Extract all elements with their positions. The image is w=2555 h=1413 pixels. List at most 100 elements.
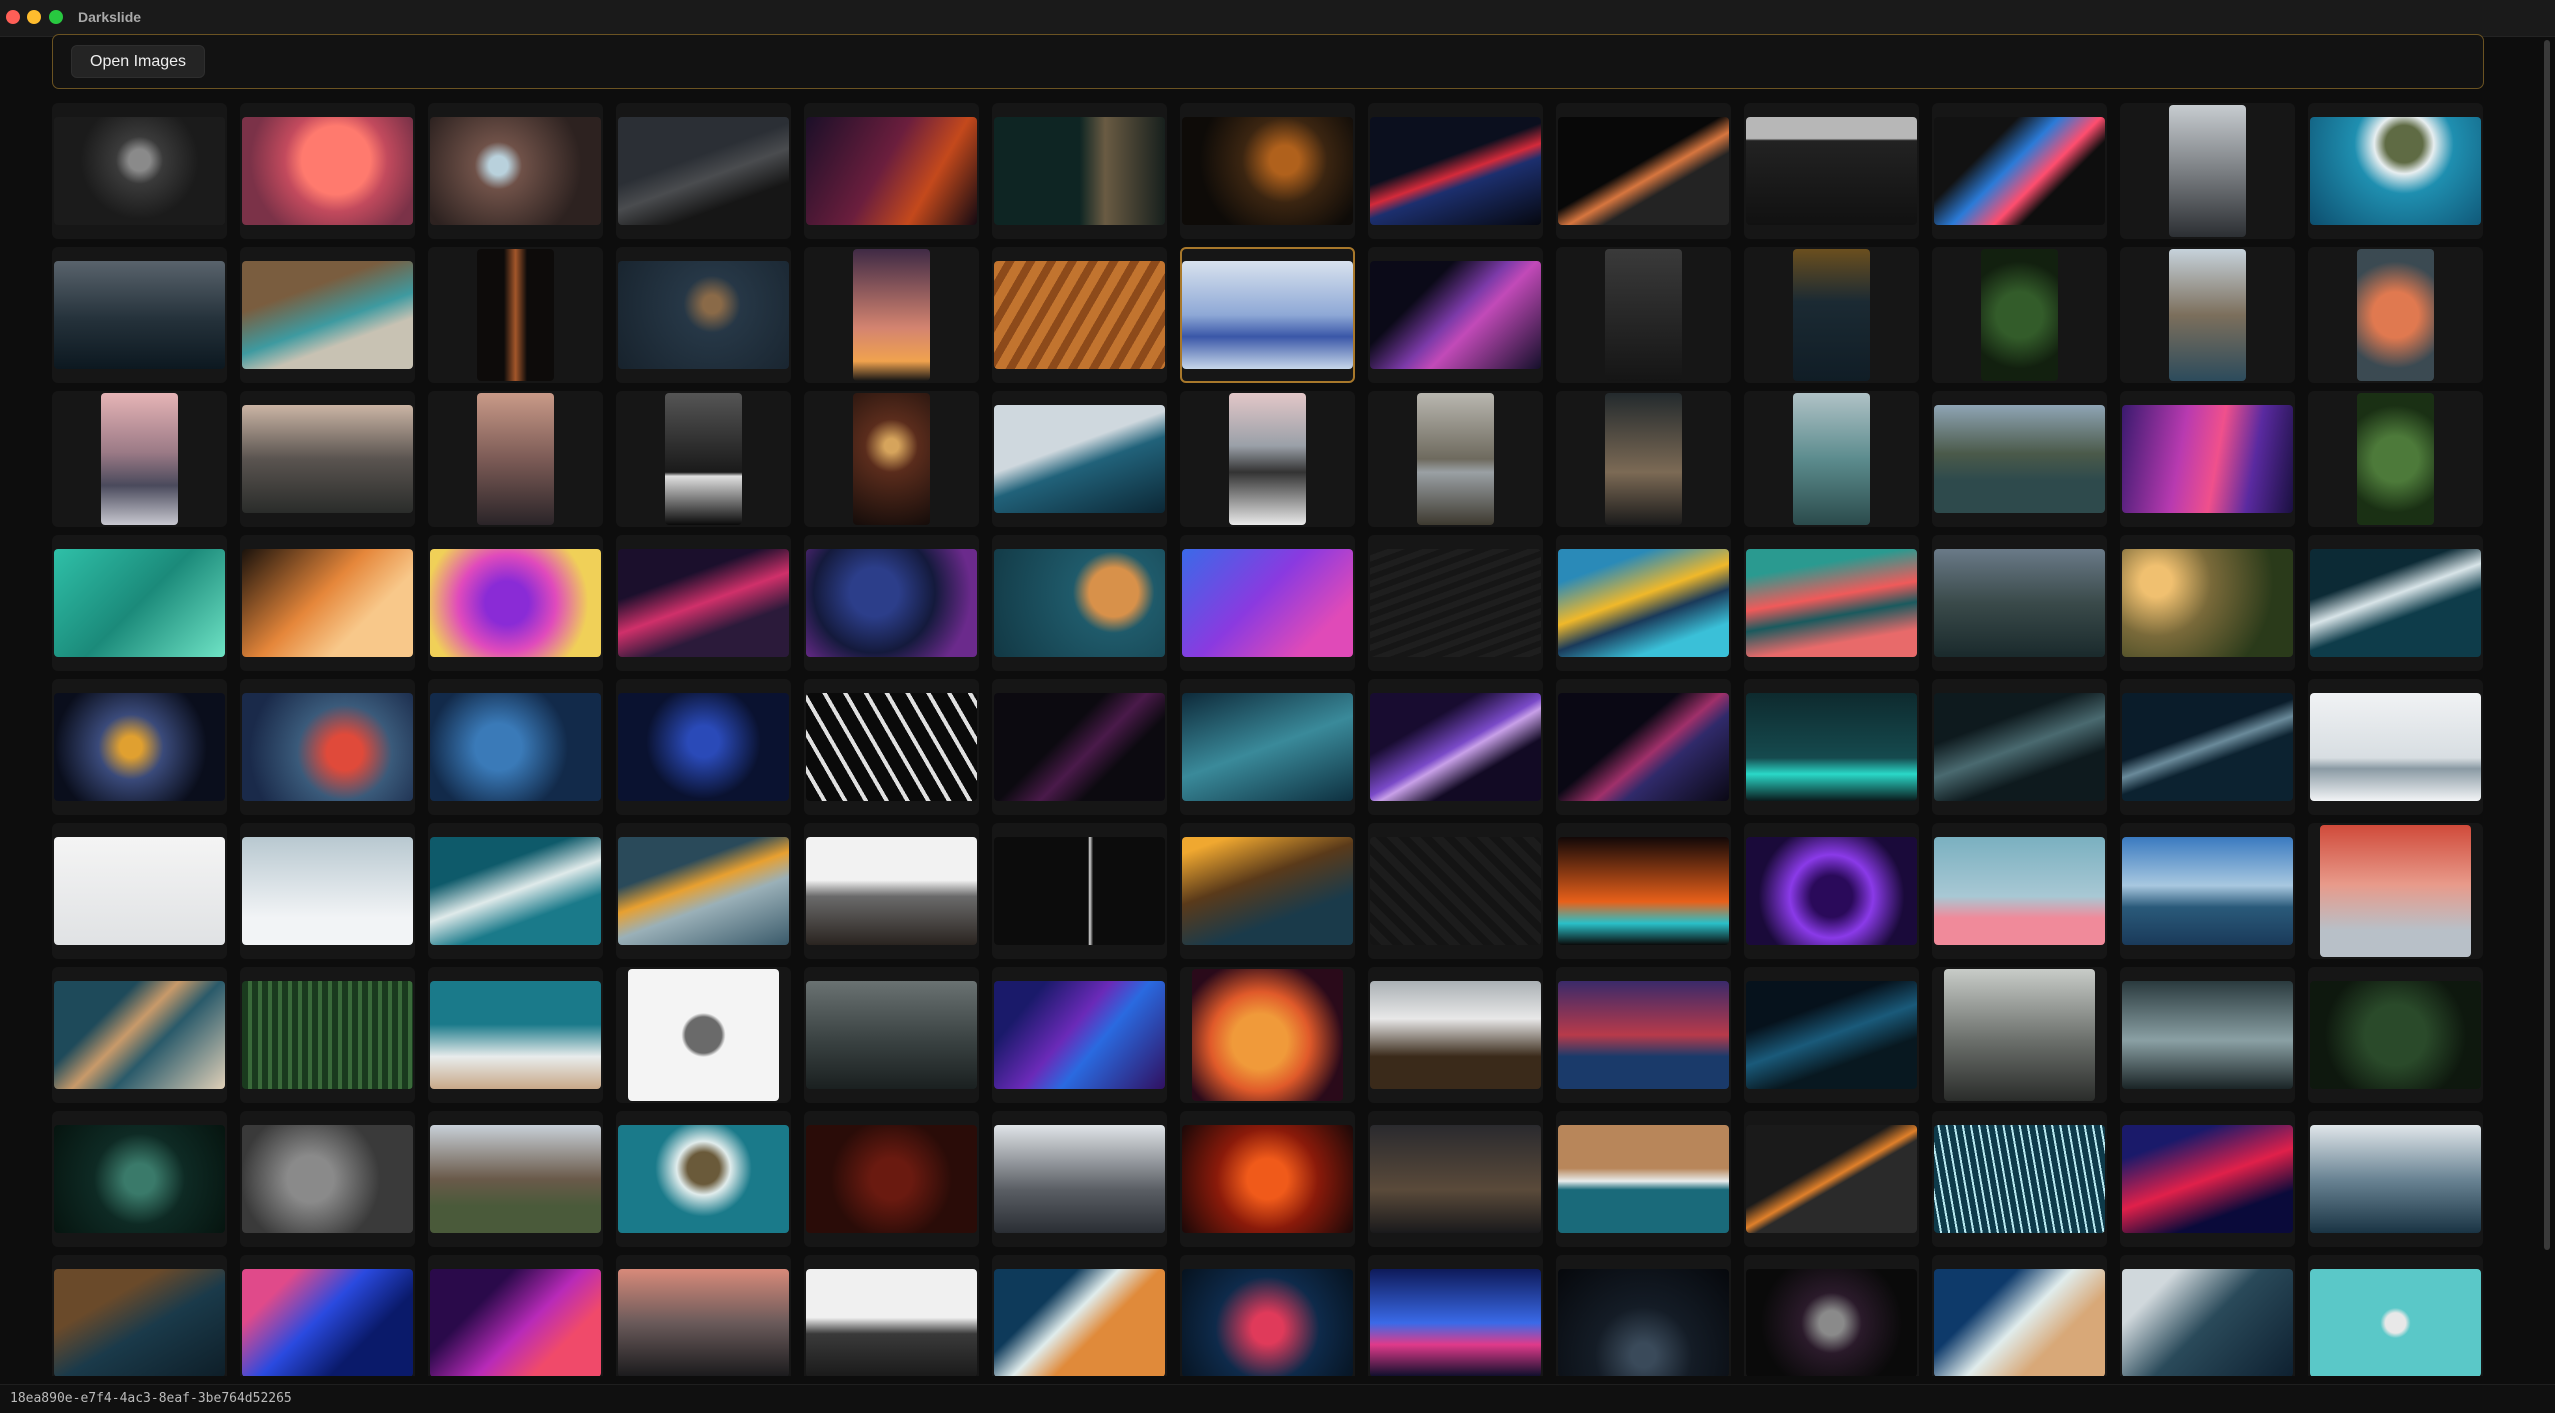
gallery-cell-white-snow-wave[interactable] [2308, 679, 2483, 815]
gallery-cell-snowy-mountain-forest[interactable] [1368, 967, 1543, 1103]
gallery-cell-dark-corridor[interactable] [428, 247, 603, 383]
gallery-cell-glowing-laptop[interactable] [1556, 103, 1731, 239]
gallery-cell-soft-cloud-sky[interactable] [240, 823, 415, 959]
gallery-cell-blue-purple-shapes[interactable] [1180, 535, 1355, 671]
gallery-cell-stars-silhouette[interactable] [1556, 1255, 1731, 1376]
gallery-cell-skyscraper-fog[interactable] [992, 1111, 1167, 1247]
gallery-cell-blue-ice-crystals[interactable] [428, 679, 603, 815]
gallery-cell-golden-gate-night[interactable] [1556, 967, 1731, 1103]
gallery-cell-jagged-peaks-dark[interactable] [1556, 391, 1731, 527]
gallery-cell-pink-smoke-water[interactable] [1180, 1255, 1355, 1376]
gallery-cell-purple-silk-lines[interactable] [1368, 679, 1543, 815]
gallery-cell-cyberpunk-street[interactable] [1368, 1255, 1543, 1376]
gallery-cell-teal-orange-circles[interactable] [992, 535, 1167, 671]
gallery-cell-colorful-laptop[interactable] [1932, 103, 2107, 239]
gallery-cell-dark-magenta-curves[interactable] [1556, 679, 1731, 815]
gallery-cell-teal-flowing-gradient[interactable] [52, 535, 227, 671]
gallery-cell-birds-white-sky[interactable] [52, 823, 227, 959]
gallery-cell-red-swoosh-lines[interactable] [1368, 103, 1543, 239]
gallery-cell-bokeh-lights-street[interactable] [804, 391, 979, 527]
close-window-button[interactable] [6, 10, 20, 24]
gallery-cell-brown-rock-water[interactable] [52, 1255, 227, 1376]
gallery-cell-green-forest-trunks[interactable] [240, 967, 415, 1103]
gallery-cell-golden-beach-wave[interactable] [616, 823, 791, 959]
gallery-cell-dark-purple-ribbon[interactable] [992, 679, 1167, 815]
gallery-cell-purple-neon-triangle[interactable] [1744, 823, 1919, 959]
gallery-cell-beach-waves-aerial[interactable] [1932, 1255, 2107, 1376]
gallery-cell-orion-nebula[interactable] [52, 679, 227, 815]
gallery-cell-pink-cloud-sky[interactable] [1932, 823, 2107, 959]
gallery-cell-canoe-mountain-lake[interactable] [1932, 391, 2107, 527]
gallery-cell-coastal-rocks-portrait[interactable] [2120, 247, 2295, 383]
gallery-cell-foggy-island-portrait[interactable] [1180, 391, 1355, 527]
gallery-cell-red-marble-swirl[interactable] [804, 1111, 979, 1247]
gallery-cell-stormy-blue-sky[interactable] [2308, 1111, 2483, 1247]
gallery-cell-yellow-teal-3d-waves[interactable] [1556, 535, 1731, 671]
gallery-cell-valley-waterfall[interactable] [2120, 967, 2295, 1103]
gallery-cell-dark-blade-rock[interactable] [1744, 1111, 1919, 1247]
gallery-cell-sunny-forest[interactable] [2120, 535, 2295, 671]
gallery-cell-coastal-cliffs-aerial[interactable] [52, 967, 227, 1103]
gallery-cell-golden-sky-clouds[interactable] [1180, 823, 1355, 959]
gallery-cell-misty-black-hill[interactable] [804, 823, 979, 959]
gallery-cell-neon-sports-car[interactable] [616, 535, 791, 671]
gallery-cell-island-ocean-aerial[interactable] [616, 1111, 791, 1247]
gallery-cell-coffee-cups-pattern[interactable] [2308, 1255, 2483, 1376]
open-images-button[interactable]: Open Images [71, 45, 206, 78]
gallery-cell-aerial-waves-shore[interactable] [992, 391, 1167, 527]
gallery-cell-green-leaves-portrait[interactable] [2308, 391, 2483, 527]
gallery-cell-blue-flower-night[interactable] [616, 679, 791, 815]
gallery-cell-eclipse-figure[interactable] [52, 103, 227, 239]
gallery-cell-sand-ocean-aerial[interactable] [1556, 1111, 1731, 1247]
gallery-cell-teal-water-ripple[interactable] [1180, 679, 1355, 815]
gallery-cell-foggy-black-hill[interactable] [804, 1255, 979, 1376]
gallery-cell-black-white-stripes[interactable] [804, 679, 979, 815]
gallery-cell-night-city-skyline[interactable] [1368, 1111, 1543, 1247]
gallery-cell-blue-eyes-face[interactable] [428, 103, 603, 239]
gallery-cell-dark-ocean-portrait[interactable] [1556, 247, 1731, 383]
gallery-cell-misty-hills[interactable] [1932, 967, 2107, 1103]
gallery-cell-orange-swirl-gradient[interactable] [240, 535, 415, 671]
gallery-cell-blue-coastal-town[interactable] [2120, 823, 2295, 959]
gallery-cell-dark-green-leaves[interactable] [1932, 247, 2107, 383]
gallery-cell-red-orange-paint[interactable] [1180, 1111, 1355, 1247]
gallery-cell-stone-white-background[interactable] [616, 967, 791, 1103]
gallery-cell-pink-purple-blob[interactable] [428, 535, 603, 671]
gallery-cell-orange-fluid-shape[interactable] [1180, 967, 1355, 1103]
gallery-cell-night-ocean-foam[interactable] [2120, 679, 2295, 815]
gallery-cell-orange-dune-waves[interactable] [992, 247, 1167, 383]
gallery-cell-red-blue-abstract[interactable] [2120, 1111, 2295, 1247]
gallery-cell-autumn-leaves-dark[interactable] [1180, 103, 1355, 239]
gallery-cell-teal-stadium-lights[interactable] [1744, 679, 1919, 815]
gallery-cell-sunset-gradient-sky[interactable] [804, 247, 979, 383]
gallery-cell-upside-down-forest[interactable] [1744, 247, 1919, 383]
gallery-cell-surf-shore-aerial[interactable] [2120, 1255, 2295, 1376]
gallery-cell-monstera-leaves[interactable] [2308, 967, 2483, 1103]
gallery-cell-dusk-rocks-portrait[interactable] [428, 391, 603, 527]
gallery-cell-waves-orange-sand[interactable] [992, 1255, 1167, 1376]
gallery-cell-snowy-peak-portrait[interactable] [2120, 103, 2295, 239]
gallery-cell-foggy-dark-mountains[interactable] [804, 967, 979, 1103]
gallery-cell-aqua-shoreline[interactable] [428, 967, 603, 1103]
gallery-cell-mountain-reflection-lake[interactable] [1368, 391, 1543, 527]
gallery-cell-coral-flowers[interactable] [2308, 247, 2483, 383]
gallery-cell-lake-road-mountains[interactable] [52, 247, 227, 383]
gallery-cell-red-sunset-clouds[interactable] [2308, 823, 2483, 959]
gallery-cell-light-speed-lines[interactable] [1932, 1111, 2107, 1247]
gallery-cell-purple-pink-glow[interactable] [428, 1255, 603, 1376]
gallery-cell-grey-cloud-texture[interactable] [240, 1111, 415, 1247]
gallery-cell-foamy-ocean-aerial[interactable] [2308, 535, 2483, 671]
gallery-cell-neon-city-night[interactable] [804, 103, 979, 239]
minimize-window-button[interactable] [27, 10, 41, 24]
gallery-cell-pink-sun-silhouette[interactable] [240, 103, 415, 239]
gallery-cell-keyboard-closeup[interactable] [1744, 103, 1919, 239]
gallery-cell-dark-rocky-texture[interactable] [1368, 823, 1543, 959]
gallery-cell-sunlit-mountain-lake[interactable] [1932, 535, 2107, 671]
gallery-cell-rainbow-light-streaks[interactable] [2120, 391, 2295, 527]
gallery-cell-green-spiral-shell[interactable] [52, 1111, 227, 1247]
gallery-cell-dark-blue-water[interactable] [1744, 967, 1919, 1103]
gallery-cell-purple-blue-stripes[interactable] [992, 967, 1167, 1103]
gallery-cell-glacial-lake-peaks[interactable] [1744, 391, 1919, 527]
gallery-cell-purple-abstract-curves[interactable] [1368, 247, 1543, 383]
gallery-cell-blue-swirl-pink[interactable] [240, 1255, 415, 1376]
